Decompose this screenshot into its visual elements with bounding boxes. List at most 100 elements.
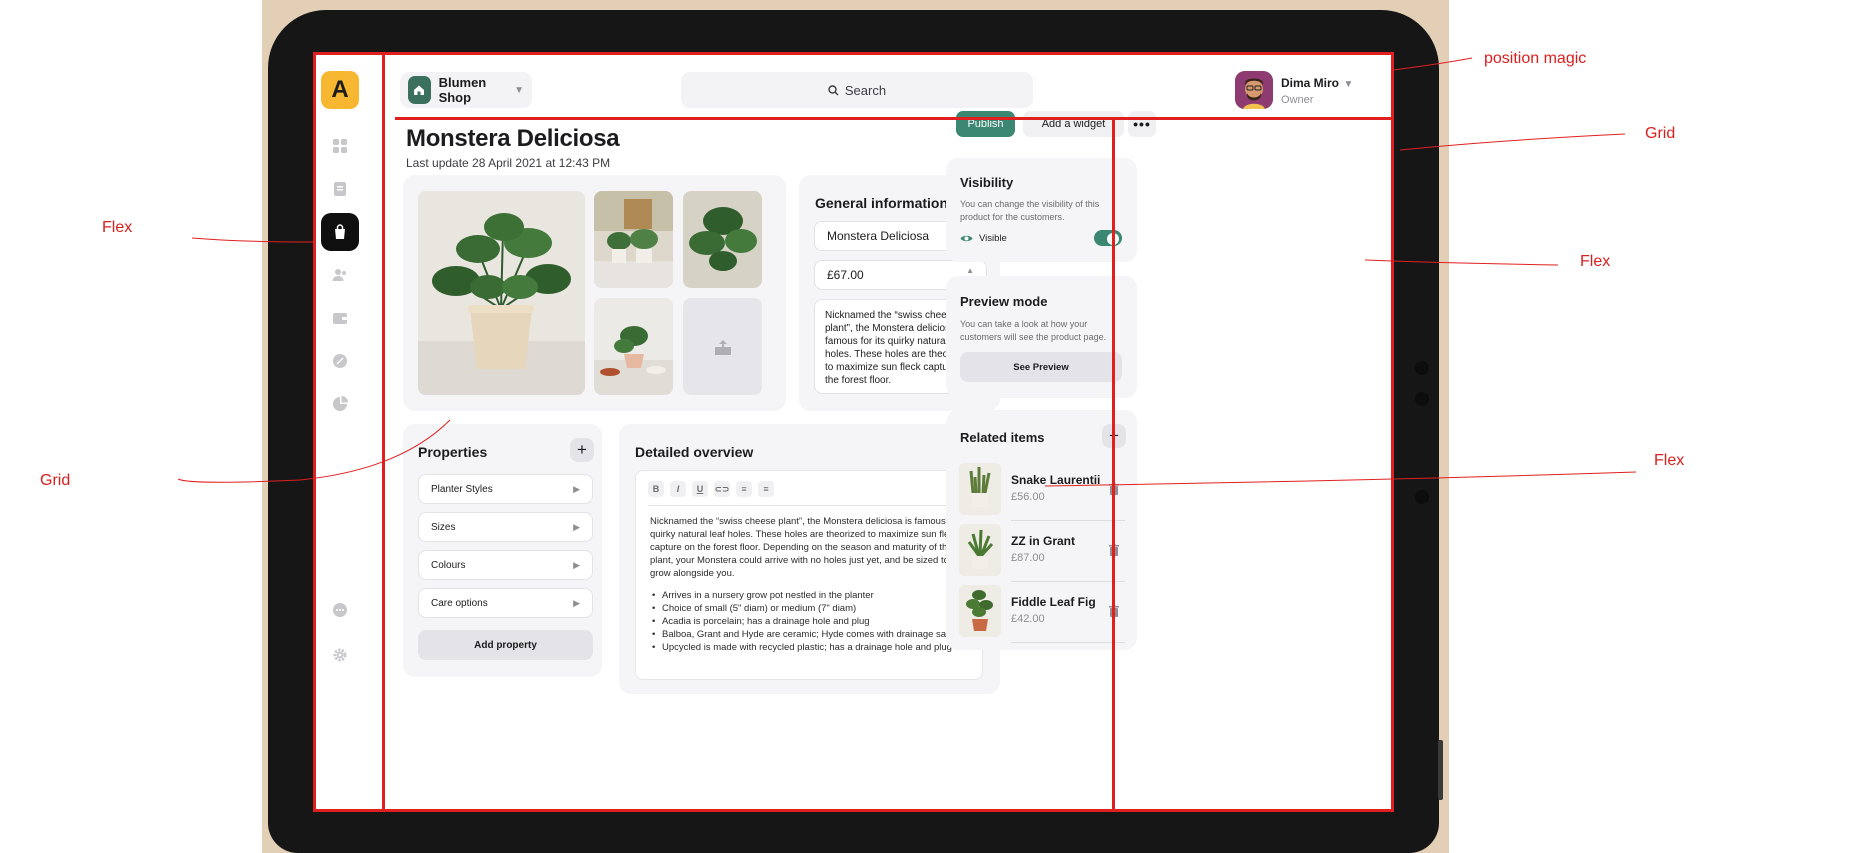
bold-button[interactable]: B: [648, 481, 664, 497]
related-item-thumbnail: [959, 463, 1001, 515]
list-item: Arrives in a nursery grow pot nestled in…: [650, 589, 972, 602]
annotation-label: Grid: [40, 472, 71, 489]
price-value: £67.00: [827, 268, 864, 282]
add-property-plus-button[interactable]: +: [570, 438, 594, 462]
user-menu[interactable]: Dima Miro ▼ Owner: [1235, 71, 1353, 109]
annotation-frame-bottom: [313, 809, 1394, 812]
property-item-colours[interactable]: Colours ▶: [418, 550, 593, 580]
property-label: Sizes: [431, 521, 456, 533]
document-icon: [334, 182, 346, 196]
property-item-planter-styles[interactable]: Planter Styles ▶: [418, 474, 593, 504]
rich-text-editor[interactable]: B I U ⊂⊃ ≡ ≡ Nicknamed the “swiss cheese…: [635, 470, 983, 680]
related-item-price: £56.00: [1011, 491, 1045, 503]
row-divider: [1011, 581, 1125, 582]
user-info: Dima Miro ▼ Owner: [1281, 74, 1353, 106]
dashboard-icon: [333, 139, 347, 153]
related-item[interactable]: Snake Laurentii £56.00: [959, 463, 1125, 521]
property-item-care-options[interactable]: Care options ▶: [418, 588, 593, 618]
related-item-name: Snake Laurentii: [1011, 473, 1101, 487]
visibility-title: Visibility: [960, 175, 1014, 190]
editor-divider: [648, 505, 970, 506]
shopping-bag-icon: [335, 224, 345, 239]
chat-icon: [333, 603, 347, 617]
product-photo-4[interactable]: [594, 298, 673, 395]
plus-icon: +: [577, 440, 587, 459]
publish-button[interactable]: Publish: [956, 111, 1015, 137]
analytics-nav-button[interactable]: [321, 385, 359, 423]
wallet-nav-button[interactable]: [321, 299, 359, 337]
eye-icon: [960, 235, 973, 242]
chat-nav-button[interactable]: [321, 591, 359, 629]
overview-bullet-list: Arrives in a nursery grow pot nestled in…: [650, 589, 972, 654]
tablet-side-button: [1438, 740, 1443, 800]
annotation-frame-right: [1391, 52, 1394, 812]
dashboard-nav-button[interactable]: [321, 127, 359, 165]
page-title: Monstera Deliciosa: [406, 125, 620, 152]
overview-paragraph: Nicknamed the “swiss cheese plant”, the …: [650, 516, 972, 579]
related-item-price: £42.00: [1011, 613, 1045, 625]
chevron-down-icon: ▼: [514, 84, 524, 96]
link-icon[interactable]: ⊂⊃: [714, 481, 730, 497]
shop-selector[interactable]: Blumen Shop ▼: [400, 72, 532, 108]
property-item-sizes[interactable]: Sizes ▶: [418, 512, 593, 542]
numbered-list-icon[interactable]: ≡: [758, 481, 774, 497]
product-photo-3[interactable]: [683, 191, 762, 288]
discounts-nav-button[interactable]: [321, 342, 359, 380]
wallet-icon: [333, 313, 347, 324]
related-item-name: Fiddle Leaf Fig: [1011, 595, 1096, 609]
products-nav-button[interactable]: [321, 213, 359, 251]
row-divider: [1011, 642, 1125, 643]
annotation-frame-left: [313, 52, 316, 812]
bulleted-list-icon[interactable]: ≡: [736, 481, 752, 497]
properties-title: Properties: [418, 444, 488, 460]
related-items-card: Related items + Snake Laurentii £56.00 Z…: [946, 410, 1137, 650]
settings-gear-icon: [333, 648, 347, 662]
chevron-right-icon: ▶: [573, 521, 580, 532]
related-item[interactable]: ZZ in Grant £87.00: [959, 524, 1125, 582]
chevron-right-icon: ▶: [573, 559, 580, 570]
upload-icon: [714, 339, 731, 355]
annotation-right-column-divider: [1112, 120, 1115, 809]
underline-button[interactable]: U: [692, 481, 708, 497]
add-property-button[interactable]: Add property: [418, 630, 593, 660]
property-label: Colours: [431, 559, 466, 571]
search-label: Search: [844, 82, 887, 98]
add-widget-button[interactable]: Add a widget: [1023, 111, 1124, 137]
list-item: Balboa, Grant and Hyde are ceramic; Hyde…: [650, 628, 972, 641]
page-subtitle: Last update 28 April 2021 at 12:43 PM: [406, 156, 611, 170]
detailed-overview-card: Detailed overview B I U ⊂⊃ ≡ ≡ Nicknamed…: [619, 424, 1000, 694]
search-icon: [828, 84, 839, 95]
general-information-title: General information: [815, 195, 949, 211]
annotation-label: Flex: [1654, 452, 1685, 469]
main-product-photo[interactable]: [418, 191, 585, 395]
annotation-header-divider: [395, 117, 1391, 120]
photo-gallery-card: [403, 175, 786, 411]
list-item: Upcycled is made with recycled plastic; …: [650, 641, 972, 654]
customers-nav-button[interactable]: [321, 256, 359, 294]
settings-nav-button[interactable]: [321, 636, 359, 674]
app-screen: A Blumen Shop ▼ Search Dima Miro ▼ Owner…: [313, 52, 1394, 812]
visibility-toggle[interactable]: [1094, 230, 1122, 246]
camera-dot: [1415, 392, 1429, 406]
properties-card: Properties + Planter Styles ▶ Sizes ▶ Colo…: [403, 424, 602, 677]
search-input[interactable]: Search: [681, 72, 1033, 108]
detailed-overview-title: Detailed overview: [635, 444, 754, 460]
related-item-thumbnail: [959, 585, 1001, 637]
chevron-down-icon: ▼: [1343, 79, 1354, 90]
editor-content: Nicknamed the “swiss cheese plant”, the …: [650, 515, 972, 654]
more-options-button[interactable]: •••: [1128, 111, 1156, 137]
related-item-price: £87.00: [1011, 552, 1045, 564]
italic-button[interactable]: I: [670, 481, 686, 497]
sidebar: A: [313, 52, 383, 812]
users-icon: [332, 269, 346, 281]
related-item[interactable]: Fiddle Leaf Fig £42.00: [959, 585, 1125, 643]
shop-name: Blumen Shop: [438, 75, 487, 105]
annotation-label: Flex: [102, 219, 133, 236]
preview-mode-card: Preview mode You can take a look at how …: [946, 276, 1137, 398]
upload-photo-button[interactable]: [683, 298, 762, 395]
see-preview-button[interactable]: See Preview: [960, 352, 1122, 382]
product-photo-2[interactable]: [594, 191, 673, 288]
list-item: Acadia is porcelain; has a drainage hole…: [650, 615, 972, 628]
documents-nav-button[interactable]: [321, 170, 359, 208]
app-logo[interactable]: A: [321, 71, 359, 109]
